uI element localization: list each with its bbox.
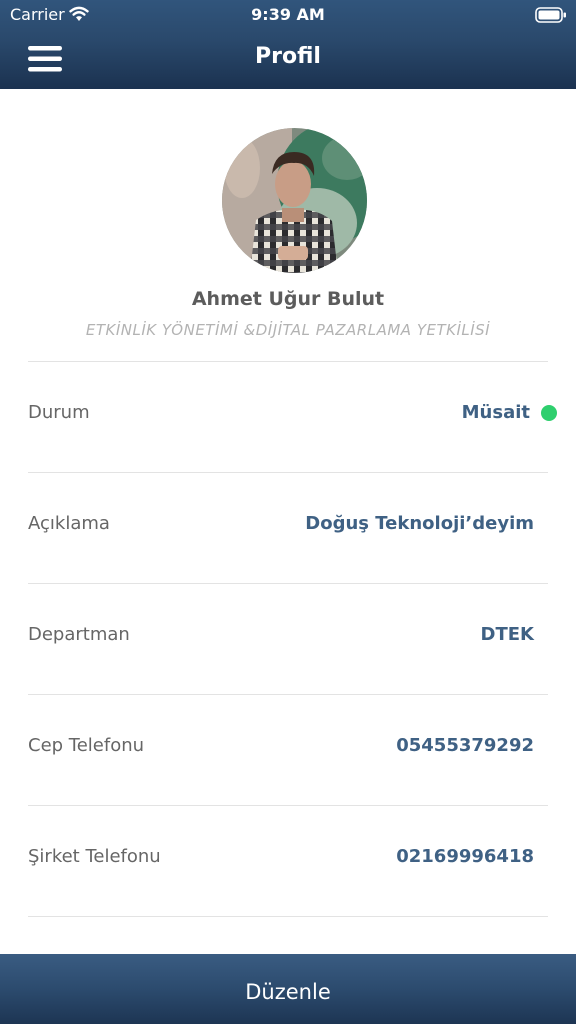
description-value: Doğuş Teknoloji’deyim <box>305 513 534 534</box>
profile-name: Ahmet Uğur Bulut <box>191 288 385 310</box>
status-indicator-icon <box>541 405 557 421</box>
mobile-phone-value[interactable]: 05455379292 <box>396 735 534 756</box>
avatar <box>222 128 367 273</box>
divider <box>28 916 548 917</box>
battery-icon <box>535 7 567 27</box>
divider <box>28 694 548 695</box>
mobile-phone-label: Cep Telefonu <box>28 735 145 756</box>
edit-button[interactable]: Düzenle <box>0 954 576 1024</box>
divider <box>28 472 548 473</box>
status-time: 9:39 AM <box>251 5 325 24</box>
status-bar: Carrier 9:39 AM <box>0 0 576 30</box>
page-title: Profil <box>255 44 321 69</box>
department-label: Departman <box>28 624 130 645</box>
company-phone-value[interactable]: 02169996418 <box>396 846 534 867</box>
divider <box>28 361 548 362</box>
divider <box>28 805 548 806</box>
status-value: Müsait <box>461 402 530 423</box>
status-label: Durum <box>28 402 90 423</box>
department-value: DTEK <box>480 624 534 645</box>
divider <box>28 583 548 584</box>
company-phone-label: Şirket Telefonu <box>28 846 161 867</box>
navigation-bar: Carrier 9:39 AM Profil <box>0 0 576 89</box>
profile-job-title: ETKİNLİK YÖNETİMİ &DİJİTAL PAZARLAMA YET… <box>85 321 491 339</box>
description-label: Açıklama <box>28 513 110 534</box>
